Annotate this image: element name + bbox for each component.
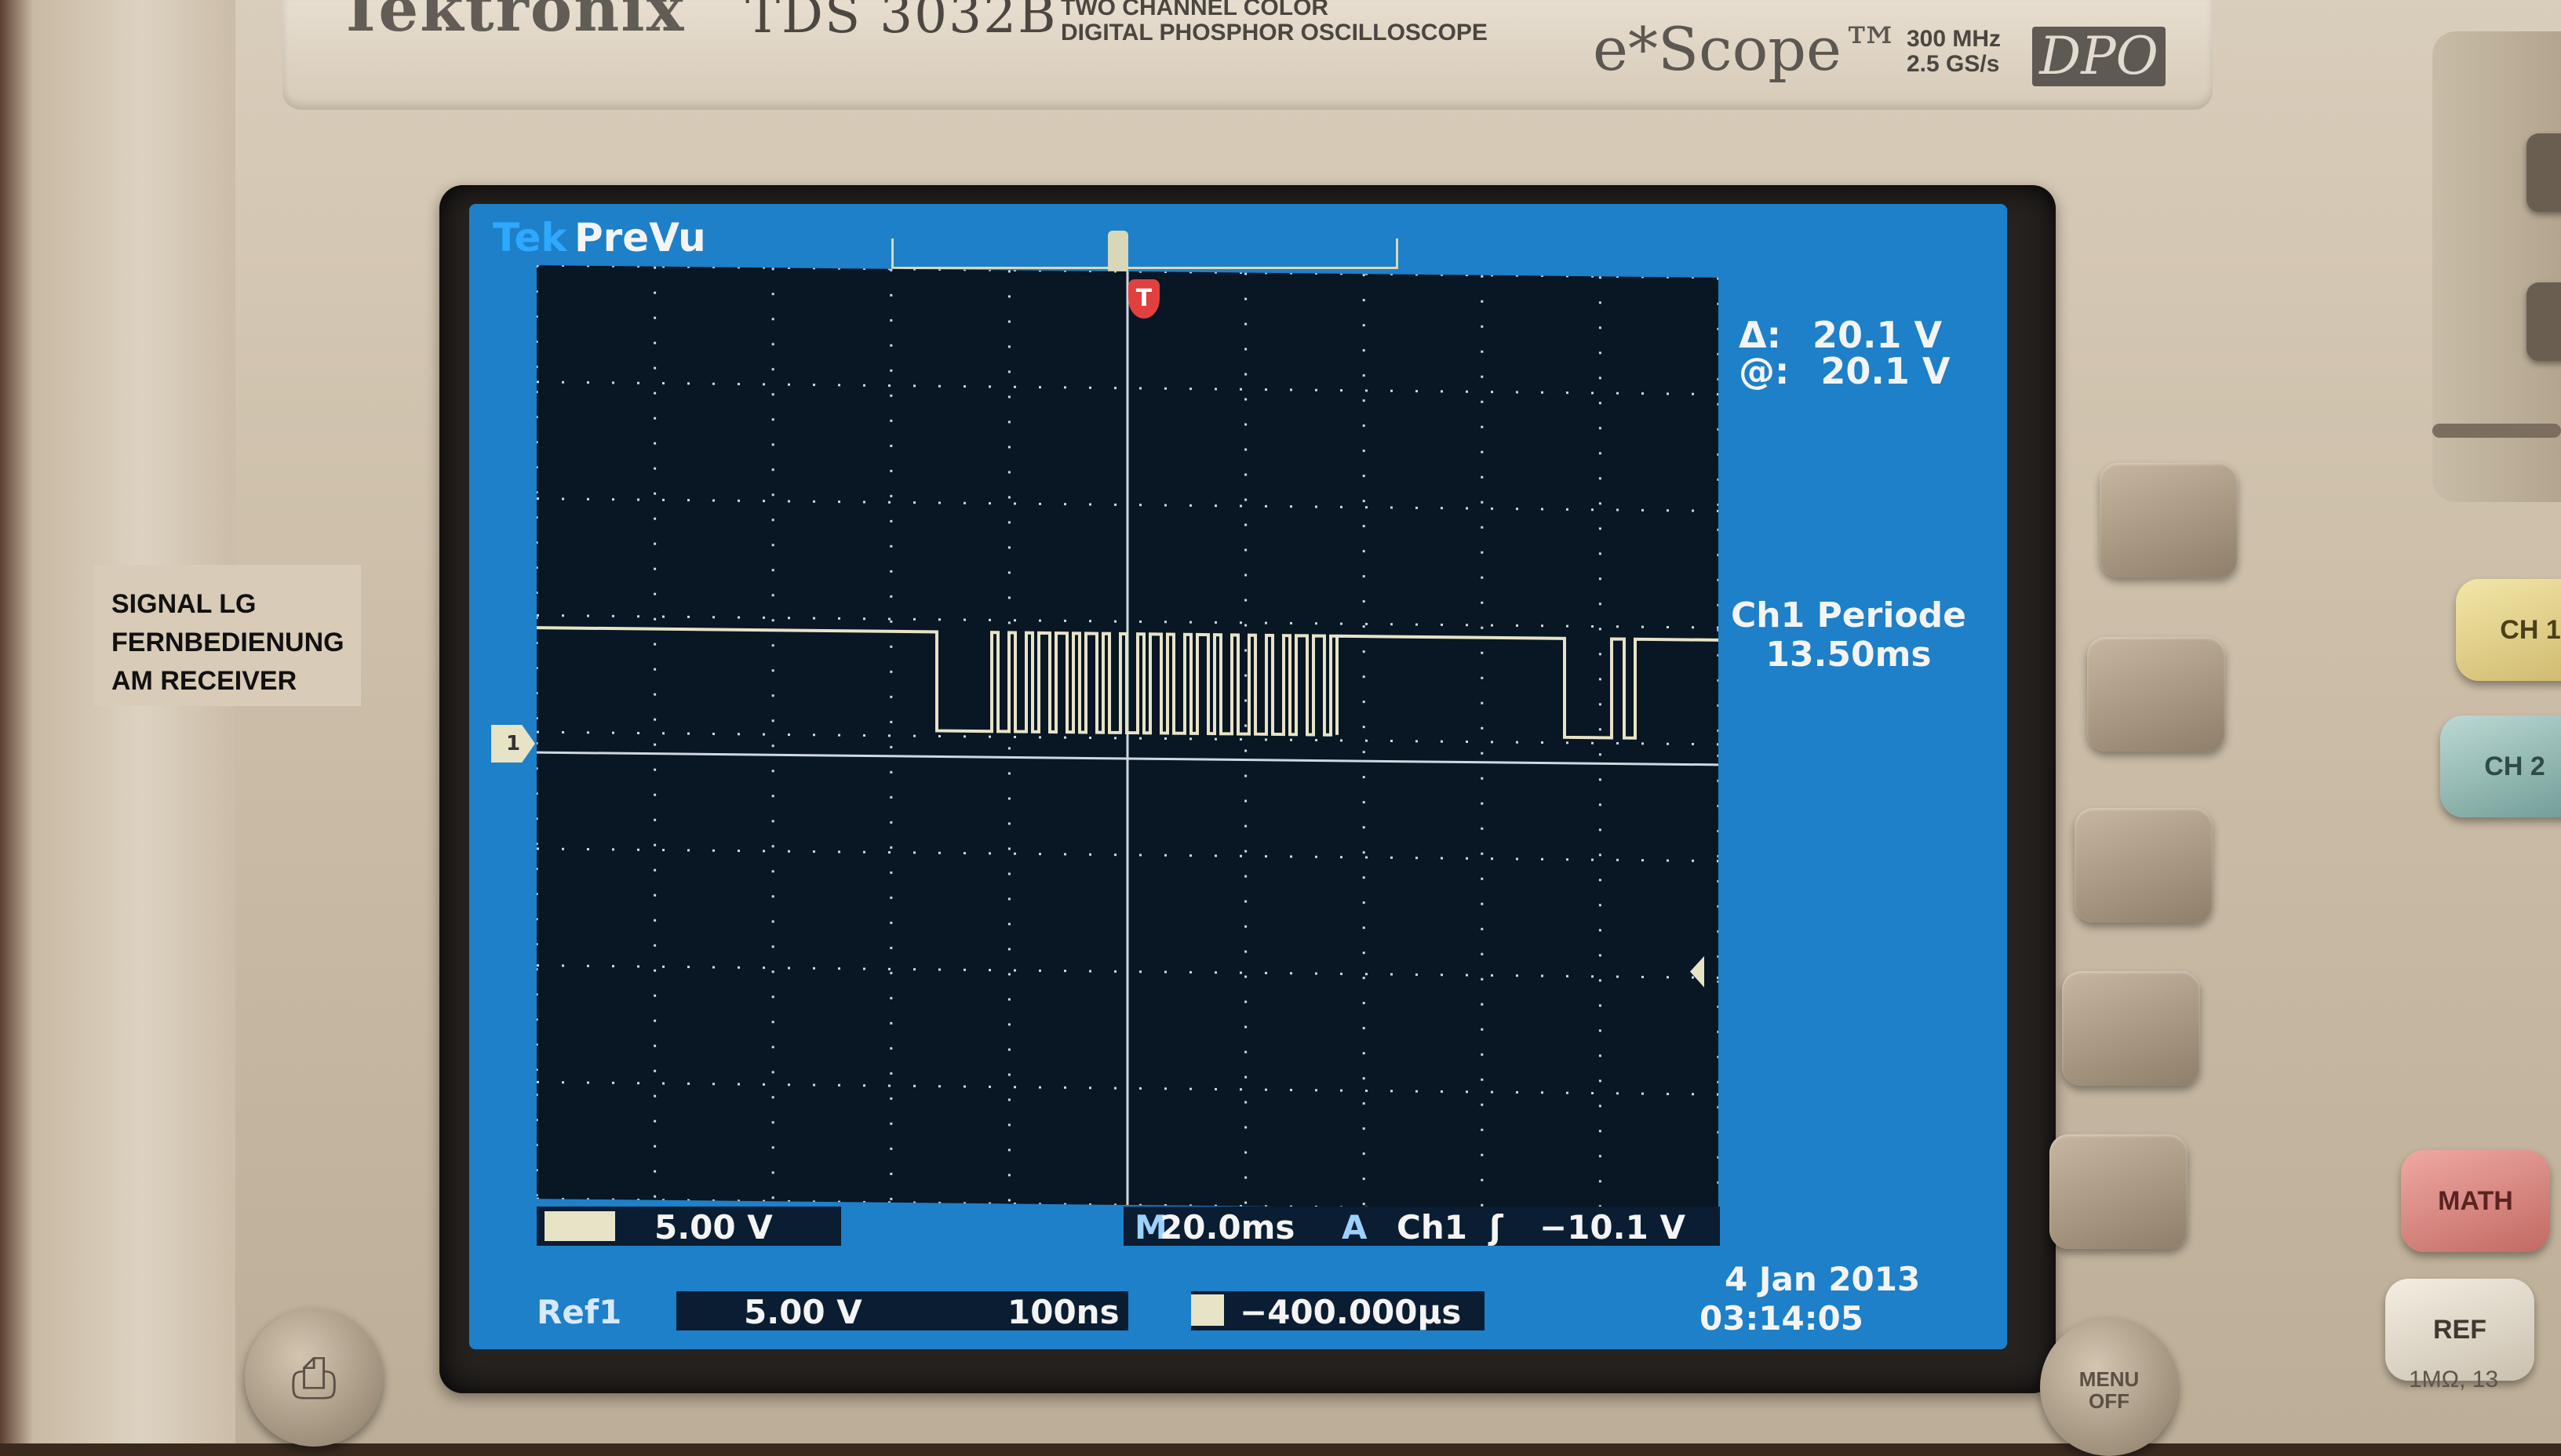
menu-softkey-4[interactable] [2062,971,2200,1086]
delay-swatch [1191,1294,1224,1326]
print-button[interactable]: ⎙ [245,1309,383,1447]
annotation-line-1: SIGNAL LG [111,589,257,619]
annotation-line-3: AM RECEIVER [111,666,297,696]
ch1-scale: 5.00 V [654,1208,773,1247]
spec-block: 300 MHz 2.5 GS/s [1907,27,2001,77]
model-number: TDS 3032B [745,0,1058,45]
signal-annotation: SIGNAL LG FERNBEDIENUNG AM RECEIVER [111,585,344,701]
horizontal-scale: 20.0ms [1160,1208,1295,1247]
ch1-waveform-trace [537,626,1718,740]
measurement-value: 13.50ms [1765,635,1932,675]
cursor-at-row: @: 20.1 V [1739,350,1951,392]
cursor-marker [1690,956,1704,988]
ref-delay: −400.000µs [1240,1293,1462,1331]
record-length-bar [891,238,1398,269]
ch1-ground-marker: 1 [491,725,535,763]
ch2-button[interactable]: CH 2 [2440,715,2561,817]
printer-icon: ⎙ [291,1345,337,1410]
menu-off-label-2: OFF [2089,1389,2129,1413]
ref-label: Ref1 [537,1293,622,1331]
menu-off-button[interactable]: MENU OFF [2040,1318,2178,1456]
graticule [537,265,1718,1211]
screen-time: 03:14:05 [1699,1299,1863,1338]
trigger-level: −10.1 V [1539,1208,1685,1247]
sample-rate: 2.5 GS/s [1907,51,2000,77]
ref-time: 100ns [1007,1293,1120,1331]
series-badge: DPO [2032,27,2166,86]
panel-divider [2432,424,2561,438]
input-impedance-label: 1MΩ, 13 [2409,1367,2499,1392]
product-line: e*Scope™ [1593,14,1901,84]
measurement-label: Ch1 Periode [1731,595,1966,635]
measurement-readout: Ch1 Periode 13.50ms [1723,596,1974,675]
waveform-display [537,265,1718,1211]
record-window-indicator [1108,231,1128,276]
model-description: TWO CHANNEL COLOR DIGITAL PHOSPHOR OSCIL… [1061,0,1488,46]
acquisition-mode: PreVu [574,215,706,260]
math-button[interactable]: MATH [2401,1150,2550,1252]
trigger-position-marker: T [1128,279,1160,318]
menu-softkey-1[interactable] [2100,463,2238,577]
tek-logo: Tek [493,215,567,260]
menu-off-label-1: MENU [2078,1367,2140,1391]
ch1-button[interactable]: CH 1 [2456,579,2561,681]
description-line-2: DIGITAL PHOSPHOR OSCILLOSCOPE [1061,20,1488,46]
description-line-1: TWO CHANNEL COLOR [1061,0,1329,20]
trigger-symbol: A [1342,1208,1368,1247]
ref-button[interactable]: REF [2385,1279,2534,1381]
annotation-line-2: FERNBEDIENUNG [111,628,344,657]
menu-softkey-5[interactable] [2049,1134,2188,1249]
cursor-at-label: @: [1739,350,1790,392]
side-knob-top[interactable] [2526,133,2561,212]
menu-softkey-3[interactable] [2075,808,2213,923]
bandwidth: 300 MHz [1907,26,2002,52]
brand-name: Tektronix [337,0,686,46]
ch1-color-swatch [545,1211,615,1241]
trigger-source: Ch1 [1397,1208,1467,1247]
menu-softkey-2[interactable] [2087,637,2225,752]
trigger-slope: ʃ [1489,1208,1503,1247]
screen-date: 4 Jan 2013 [1725,1260,1921,1298]
oscilloscope-display: Tek PreVu T 1 Δ: 20.1 V @: 20.1 V Ch1 Pe… [469,204,2007,1349]
side-knob-middle[interactable] [2526,282,2561,361]
bezel-left-frame [0,0,235,1443]
ref-scale: 5.00 V [744,1293,862,1331]
cursor-at-value: 20.1 V [1820,350,1951,392]
